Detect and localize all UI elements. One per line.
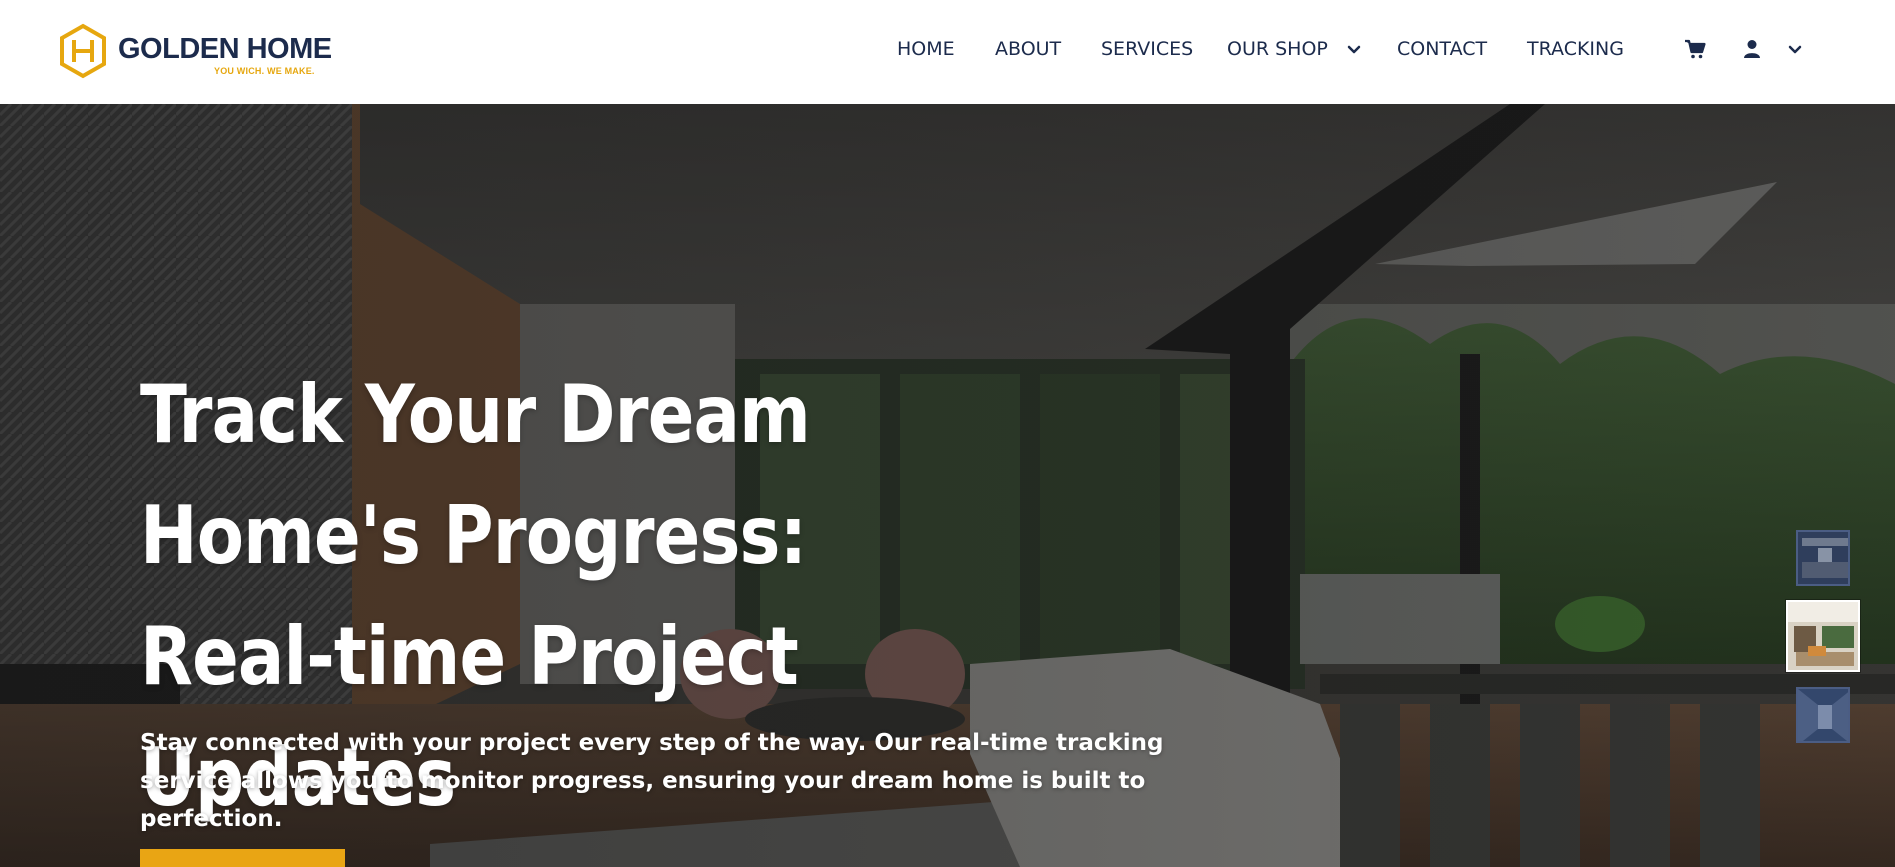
cart-icon[interactable]	[1684, 38, 1706, 60]
user-chevron-down-icon[interactable]	[1787, 42, 1803, 58]
thumbnail-hallway[interactable]	[1796, 687, 1850, 743]
thumbnail-kitchen-image	[1798, 532, 1848, 584]
thumbnail-living-room[interactable]	[1786, 600, 1860, 672]
site-header: GOLDEN HOME YOU WICH. WE MAKE. HOME ABOU…	[0, 0, 1895, 104]
thumbnail-living-room-image	[1788, 602, 1858, 670]
nav-home[interactable]: HOME	[897, 38, 955, 60]
nav-about[interactable]: ABOUT	[995, 38, 1061, 60]
user-icon[interactable]	[1741, 38, 1763, 60]
shop-chevron-down-icon[interactable]	[1346, 42, 1362, 58]
thumbnail-hallway-image	[1798, 689, 1848, 741]
thumbnail-kitchen[interactable]	[1796, 530, 1850, 586]
slider-thumbnails	[1786, 530, 1860, 750]
nav-tracking[interactable]: TRACKING	[1527, 38, 1624, 60]
nav-contact[interactable]: CONTACT	[1397, 38, 1487, 60]
main-nav: HOME ABOUT SERVICES OUR SHOP CONTACT TRA…	[0, 0, 1895, 100]
hero-section: Track Your Dream Home's Progress: Real-t…	[0, 104, 1895, 867]
nav-our-shop[interactable]: OUR SHOP	[1227, 38, 1328, 60]
hero-cta-button[interactable]	[140, 849, 345, 867]
nav-services[interactable]: SERVICES	[1101, 38, 1193, 60]
hero-subtitle: Stay connected with your project every s…	[140, 730, 1164, 832]
